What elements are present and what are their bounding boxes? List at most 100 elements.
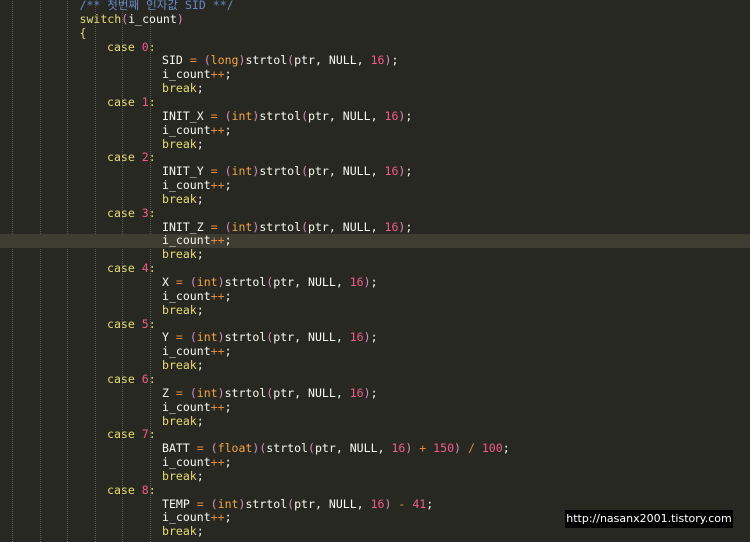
code-line[interactable]: case 4: (0, 261, 750, 276)
code-token: 16 (349, 385, 364, 400)
code-token: break (162, 191, 197, 206)
code-token: strtol (224, 275, 267, 289)
code-token: int (196, 385, 218, 400)
code-line-text: TEMP = (int)strtol(ptr, NULL, 16) - 41; (162, 496, 433, 512)
code-line[interactable]: case 2: (0, 150, 750, 165)
code-token: ++ (210, 178, 225, 193)
code-line[interactable]: i_count++; (0, 67, 750, 82)
code-token: i_count (162, 344, 211, 359)
code-line[interactable]: case 0: (0, 39, 750, 55)
code-token: int (231, 164, 253, 179)
code-line-text: case 4: (107, 261, 156, 276)
code-token: ptr, NULL, (308, 219, 385, 234)
code-token: 100 (481, 441, 503, 456)
code-token: ++ (210, 455, 225, 470)
code-line[interactable]: { (0, 26, 750, 41)
code-line[interactable]: X = (int)strtol(ptr, NULL, 16); (0, 275, 750, 290)
code-token: ptr, NULL, (308, 164, 385, 179)
code-line[interactable]: INIT_Z = (int)strtol(ptr, NULL, 16); (0, 219, 750, 235)
code-line[interactable]: case 6: (0, 371, 750, 387)
code-token: break (162, 524, 197, 539)
code-line[interactable]: Y = (int)strtol(ptr, NULL, 16); (0, 330, 750, 345)
code-line[interactable]: i_count++; (0, 400, 750, 415)
code-token: ) (176, 11, 184, 26)
code-line-text: i_count++; (162, 511, 232, 525)
code-token: )( (252, 441, 267, 456)
code-token: ( (210, 441, 218, 456)
code-token: - (398, 496, 413, 511)
code-token: ; (224, 122, 232, 137)
code-line[interactable]: i_count++; (0, 289, 750, 304)
code-line[interactable]: break; (0, 358, 750, 373)
code-line[interactable]: i_count++; (0, 455, 750, 470)
code-token: i_count (162, 122, 211, 137)
code-token: break (162, 247, 197, 262)
code-token: = (196, 441, 211, 456)
code-token: break (162, 413, 197, 428)
code-line[interactable]: break; (0, 303, 750, 318)
code-line-text: break; (162, 358, 204, 373)
code-token: / (467, 441, 482, 456)
code-line[interactable]: Z = (int)strtol(ptr, NULL, 16); (0, 385, 750, 401)
code-token: i_count (162, 233, 211, 248)
current-code-line[interactable]: i_count++; (0, 233, 750, 249)
code-token: strtol (259, 108, 302, 123)
code-token: : (148, 316, 156, 331)
code-line[interactable]: switch(i_count) (0, 11, 750, 27)
code-line[interactable]: INIT_Y = (int)strtol(ptr, NULL, 16); (0, 164, 750, 179)
code-token: ) (363, 385, 371, 400)
watermark-url: http://nasanx2001.tistory.com (565, 510, 733, 528)
code-editor[interactable]: /** 첫번째 인자값 SID **/switch(i_count){case … (0, 0, 750, 542)
code-line[interactable]: i_count++; (0, 344, 750, 359)
code-token: case (107, 39, 142, 54)
code-line-text: case 0: (107, 39, 156, 55)
code-token: ; (405, 108, 413, 123)
code-token: ) (384, 496, 399, 511)
code-line[interactable]: break; (0, 413, 750, 429)
code-token: strtol (259, 164, 302, 179)
code-line[interactable]: case 7: (0, 427, 750, 442)
code-line-text: X = (int)strtol(ptr, NULL, 16); (162, 275, 378, 290)
code-line-text: break; (162, 524, 204, 539)
code-line-text: INIT_X = (int)strtol(ptr, NULL, 16); (162, 108, 413, 124)
code-line-text: case 8: (107, 483, 156, 498)
code-line-text: case 3: (107, 206, 156, 221)
code-line[interactable]: case 5: (0, 316, 750, 332)
code-token: ; (196, 191, 204, 206)
code-token: int (196, 275, 218, 289)
code-line-text: i_count++; (162, 122, 232, 138)
code-token: ; (370, 330, 378, 345)
code-line[interactable]: i_count++; (0, 122, 750, 138)
code-token: break (162, 81, 197, 96)
code-token: ; (370, 385, 378, 400)
code-token: ptr, NULL, (294, 53, 371, 68)
code-token: ; (405, 219, 413, 234)
code-line[interactable]: INIT_X = (int)strtol(ptr, NULL, 16); (0, 108, 750, 124)
code-line[interactable]: break; (0, 247, 750, 262)
code-token: case (107, 150, 142, 165)
code-line[interactable]: break; (0, 81, 750, 96)
code-token: ) (363, 330, 371, 345)
code-token: 7 (141, 427, 149, 442)
code-token: 16 (370, 496, 385, 511)
code-line[interactable]: case 3: (0, 206, 750, 221)
code-line[interactable]: BATT = (float)(strtol(ptr, NULL, 16) + 1… (0, 441, 750, 456)
code-line[interactable]: break; (0, 469, 750, 484)
code-line[interactable]: break; (0, 137, 750, 152)
code-line-text: switch(i_count) (80, 11, 184, 27)
code-line-text: case 6: (107, 371, 156, 387)
code-token: case (107, 371, 142, 386)
code-line-text: i_count++; (162, 289, 232, 304)
code-token: = (210, 108, 225, 123)
code-token: /** 첫번째 인자값 SID **/ (79, 0, 234, 12)
code-token: ; (224, 233, 232, 248)
code-line[interactable]: i_count++; (0, 178, 750, 193)
code-token: ; (405, 164, 413, 179)
code-line[interactable]: case 1: (0, 95, 750, 110)
code-token: i_count (128, 11, 177, 26)
code-token: float (217, 441, 253, 456)
code-line[interactable]: SID = (long)strtol(ptr, NULL, 16); (0, 53, 750, 68)
code-line[interactable]: case 8: (0, 483, 750, 498)
code-line[interactable]: break; (0, 191, 750, 207)
code-line-text: i_count++; (162, 67, 232, 82)
